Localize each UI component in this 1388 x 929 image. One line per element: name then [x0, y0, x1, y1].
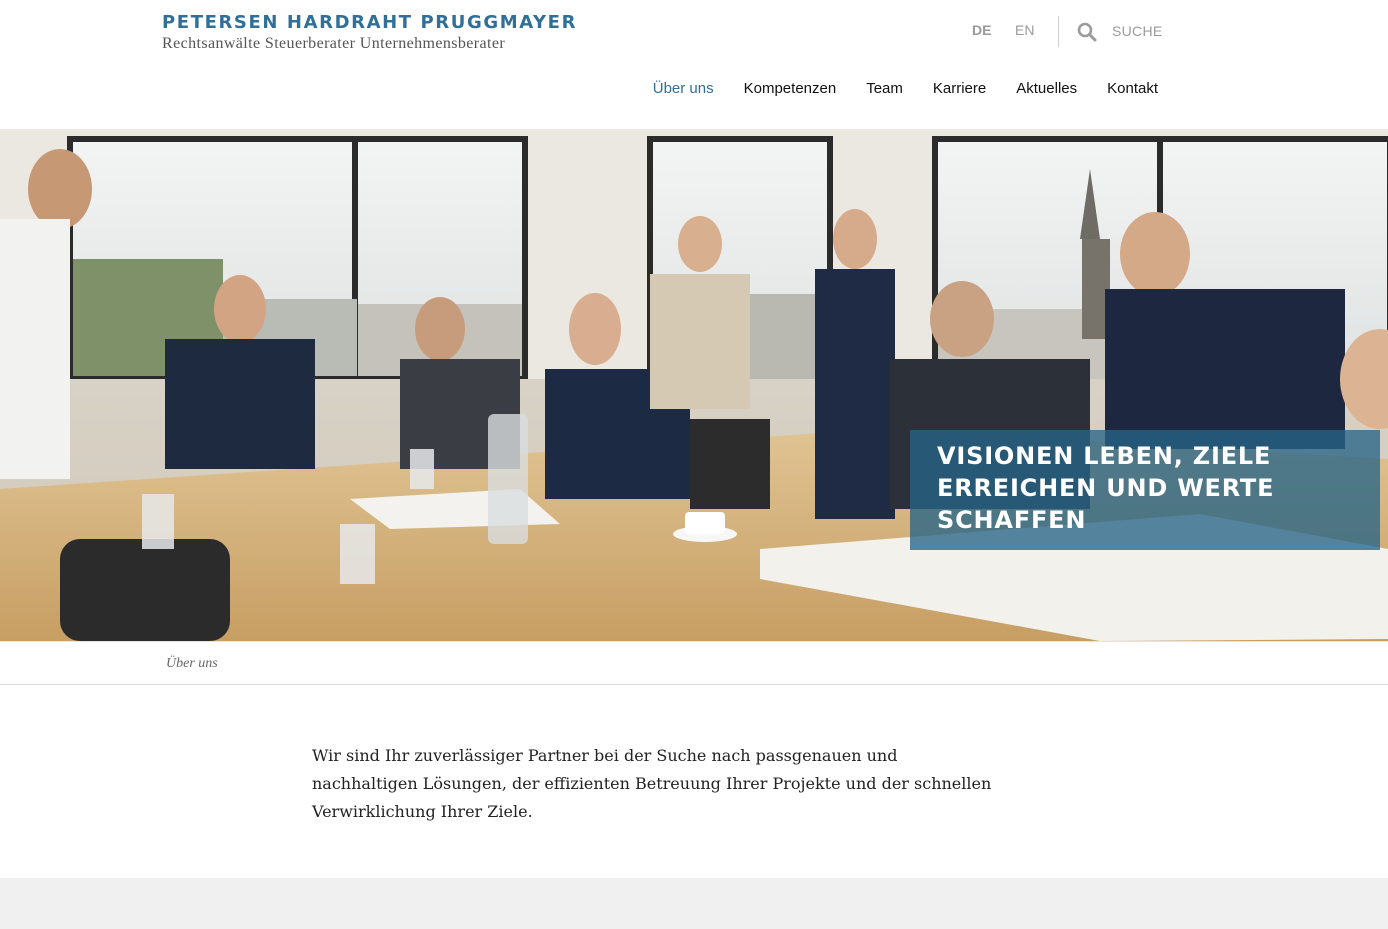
nav-item-karriere[interactable]: Karriere: [933, 80, 986, 97]
hero-image: [0, 129, 1388, 641]
hero-caption-text: VISIONEN LEBEN, ZIELE ERREICHEN UND WERT…: [937, 442, 1275, 534]
site-header: PETERSEN HARDRAHT PRUGGMAYER Rechtsanwäl…: [0, 0, 1388, 129]
search-button[interactable]: SUCHE: [1112, 23, 1163, 39]
logo[interactable]: PETERSEN HARDRAHT PRUGGMAYER Rechtsanwäl…: [162, 12, 577, 53]
nav-item-kompetenzen[interactable]: Kompetenzen: [744, 80, 837, 97]
nav-item-aktuelles[interactable]: Aktuelles: [1016, 80, 1077, 97]
footer-band: [0, 878, 1388, 929]
logo-subtitle: Rechtsanwälte Steuerberater Unternehmens…: [162, 35, 506, 52]
main-navigation: Über uns Kompetenzen Team Karriere Aktue…: [653, 80, 1158, 97]
search-icon[interactable]: [1077, 22, 1097, 42]
hero-banner: VISIONEN LEBEN, ZIELE ERREICHEN UND WERT…: [0, 129, 1388, 641]
nav-item-team[interactable]: Team: [866, 80, 903, 97]
language-de-link[interactable]: DE: [972, 22, 991, 38]
language-en-link[interactable]: EN: [1015, 22, 1034, 38]
breadcrumb-current: Über uns: [166, 656, 218, 671]
nav-item-ueber-uns[interactable]: Über uns: [653, 80, 714, 97]
hero-caption: VISIONEN LEBEN, ZIELE ERREICHEN UND WERT…: [910, 430, 1380, 550]
breadcrumb: Über uns: [0, 641, 1388, 685]
logo-title: PETERSEN HARDRAHT PRUGGMAYER: [162, 12, 578, 33]
intro-text: Wir sind Ihr zuverlässiger Partner bei d…: [312, 746, 992, 821]
nav-item-kontakt[interactable]: Kontakt: [1107, 80, 1158, 97]
header-divider: [1058, 16, 1059, 47]
